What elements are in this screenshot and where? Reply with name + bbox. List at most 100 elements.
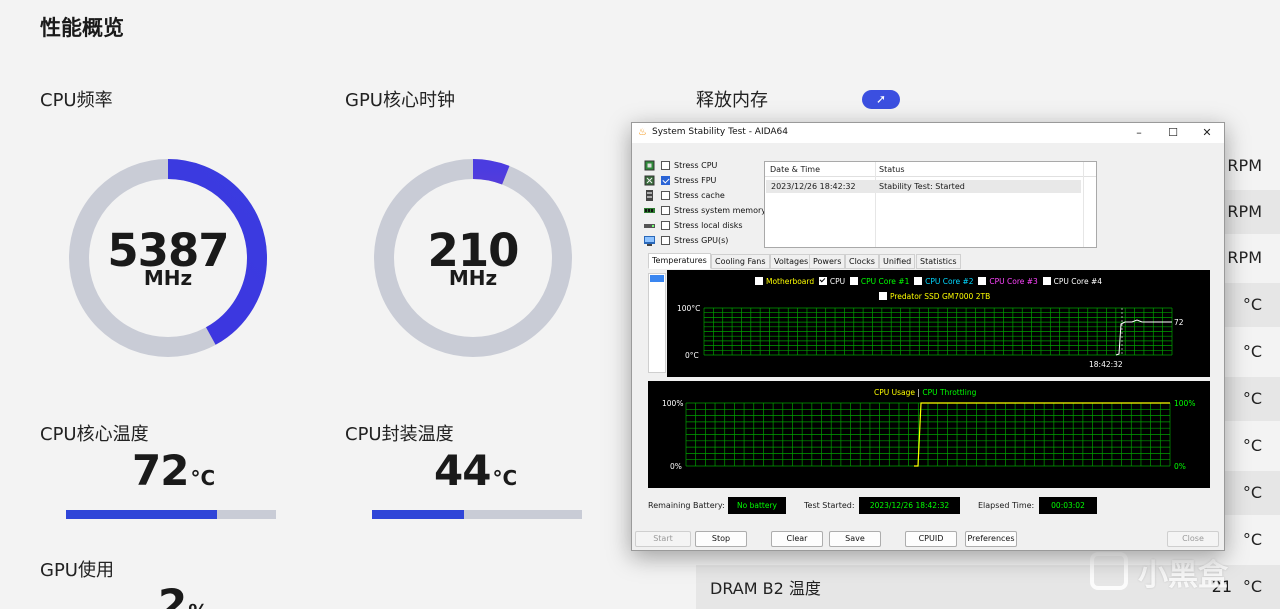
tab-cooling-fans[interactable]: Cooling Fans [711, 254, 770, 269]
side-list-selected-item[interactable] [650, 275, 664, 282]
clear-button[interactable]: Clear [771, 531, 823, 547]
cpu-freq-unit: MHz [143, 266, 193, 290]
stress-memory-checkbox[interactable] [661, 206, 670, 215]
cpu-core-temp-label: CPU核心温度 [40, 424, 149, 445]
battery-value: No battery [728, 497, 786, 514]
cpu-pkg-temp-bar [372, 510, 582, 519]
disk-icon [644, 220, 655, 231]
release-memory-button[interactable]: ➚ [862, 90, 900, 109]
temp-y-top: 100°C [677, 304, 701, 313]
usage-right-bottom: 0% [1174, 462, 1186, 471]
log-row-status: Stability Test: Started [879, 182, 965, 191]
battery-label: Remaining Battery: [648, 501, 725, 510]
fpu-icon [644, 175, 655, 186]
sensor-unit: °C [1242, 342, 1262, 361]
usage-y-top: 100% [662, 399, 684, 408]
temp-grid [703, 307, 1173, 356]
sensor-unit: °C [1242, 530, 1262, 549]
cpu-usage-graph: CPU Usage | CPU Throttling 100% 0% 100% … [648, 381, 1210, 488]
sensor-unit: °C [1242, 389, 1262, 408]
usage-grid [685, 402, 1171, 467]
cpu-core-temp-fill [66, 510, 218, 519]
sensor-unit: °C [1242, 295, 1262, 314]
sensor-unit: RPM [1227, 156, 1262, 175]
status-log-table[interactable]: Date & Time Status 2023/12/26 18:42:32 S… [764, 161, 1097, 248]
cpu-pkg-temp-label: CPU封装温度 [345, 424, 454, 445]
stress-cache-checkbox[interactable] [661, 191, 670, 200]
cpuid-button[interactable]: CPUID [905, 531, 957, 547]
minimize-button[interactable]: – [1122, 123, 1156, 143]
test-started-value: 2023/12/26 18:42:32 [859, 497, 960, 514]
dram-label: DRAM B2 温度 [710, 579, 821, 598]
sensor-unit: °C [1242, 483, 1262, 502]
log-header: Date & Time Status [765, 162, 1096, 177]
maximize-button[interactable]: ☐ [1156, 123, 1190, 143]
test-started-label: Test Started: [804, 501, 855, 510]
sensor-unit: °C [1242, 436, 1262, 455]
stress-cpu-label: Stress CPU [674, 161, 718, 170]
temp-current-value: 72 [1174, 318, 1184, 327]
sensor-unit: RPM [1227, 202, 1262, 221]
up-arrow-icon: ➚ [875, 92, 887, 106]
cache-icon [644, 190, 655, 201]
stress-disks-checkbox[interactable] [661, 221, 670, 230]
sensor-side-list[interactable] [648, 273, 666, 373]
close-window-button[interactable]: ✕ [1190, 123, 1224, 143]
save-button[interactable]: Save [829, 531, 881, 547]
tab-unified[interactable]: Unified [879, 254, 916, 269]
aida64-flame-icon: ♨ [638, 127, 647, 138]
start-button[interactable]: Start [635, 531, 691, 547]
usage-y-bottom: 0% [670, 462, 682, 471]
watermark: 小黑盒 [1090, 548, 1250, 594]
table-row[interactable]: 2023/12/26 18:42:32 Stability Test: Star… [766, 180, 1081, 193]
tab-clocks[interactable]: Clocks [845, 254, 879, 269]
tab-statistics[interactable]: Statistics [916, 254, 961, 269]
temp-y-bottom: 0°C [685, 351, 699, 360]
aida64-window: ♨ System Stability Test - AIDA64 – ☐ ✕ S… [631, 122, 1225, 551]
cpu-core-temp-value: 72 °C [132, 446, 216, 495]
log-header-datetime[interactable]: Date & Time [770, 165, 820, 174]
stress-fpu-label: Stress FPU [674, 176, 717, 185]
release-memory-label: 释放内存 [696, 90, 768, 111]
elapsed-time-value: 00:03:02 [1039, 497, 1097, 514]
tab-temperatures[interactable]: Temperatures [648, 253, 711, 269]
gpu-usage-label: GPU使用 [40, 560, 114, 581]
stress-gpu-label: Stress GPU(s) [674, 236, 729, 245]
heybox-logo-icon [1090, 552, 1128, 590]
temp-time-label: 18:42:32 [1089, 360, 1123, 369]
log-header-status[interactable]: Status [879, 165, 905, 174]
stress-gpu-checkbox[interactable] [661, 236, 670, 245]
sensor-unit: RPM [1227, 248, 1262, 267]
cpu-core-temp-unit: °C [190, 466, 216, 490]
cpu-core-temp-bar [66, 510, 276, 519]
gpu-usage-unit: % [188, 600, 208, 609]
page-title: 性能概览 [40, 16, 124, 40]
preferences-button[interactable]: Preferences [965, 531, 1017, 547]
cpu-freq-label: CPU频率 [40, 90, 113, 111]
cpu-pkg-temp-fill [372, 510, 465, 519]
cpu-pkg-temp-unit: °C [492, 466, 518, 490]
gpu-clock-gauge: 210 MHz [373, 158, 573, 358]
gpu-icon [644, 235, 655, 246]
titlebar: ♨ System Stability Test - AIDA64 – ☐ ✕ [632, 123, 1224, 143]
close-button[interactable]: Close [1167, 531, 1219, 547]
tab-powers[interactable]: Powers [809, 254, 846, 269]
stress-fpu-checkbox[interactable] [661, 176, 670, 185]
tab-voltages[interactable]: Voltages [770, 254, 813, 269]
stress-cpu-checkbox[interactable] [661, 161, 670, 170]
stress-disks-label: Stress local disks [674, 221, 743, 230]
stress-cache-label: Stress cache [674, 191, 725, 200]
gpu-clock-unit: MHz [448, 266, 498, 290]
cpu-pkg-temp-value: 44 °C [434, 446, 518, 495]
temperature-graph: Motherboard CPU CPU Core #1 CPU Core #2 … [667, 270, 1210, 377]
usage-right-top: 100% [1174, 399, 1196, 408]
cpu-freq-gauge: 5387 MHz [68, 158, 268, 358]
stress-memory-label: Stress system memory [674, 206, 767, 215]
stop-button[interactable]: Stop [695, 531, 747, 547]
gpu-clock-label: GPU核心时钟 [345, 90, 455, 111]
gpu-usage-value: 2% [158, 580, 208, 609]
elapsed-time-label: Elapsed Time: [978, 501, 1035, 510]
cpu-icon [644, 160, 655, 171]
window-title: System Stability Test - AIDA64 [652, 127, 788, 137]
log-row-datetime: 2023/12/26 18:42:32 [771, 182, 856, 191]
